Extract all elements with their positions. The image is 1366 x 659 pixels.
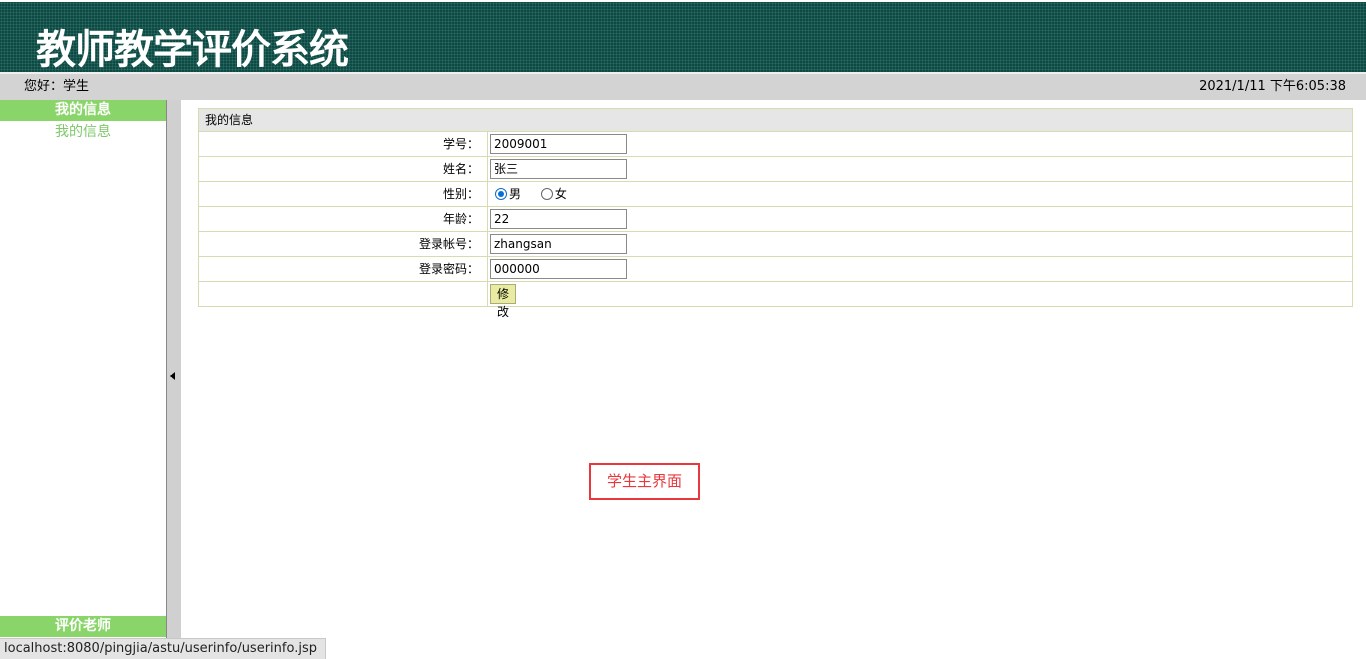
datetime-text: 2021/1/11 下午6:05:38 <box>1199 79 1346 94</box>
link-status-url: localhost:8080/pingjia/astu/userinfo/use… <box>0 638 326 659</box>
gender-male-label[interactable]: 男 <box>509 187 521 201</box>
student-id-input[interactable]: 2009001 <box>490 134 627 154</box>
form-row-login-password: 登录密码： 000000 <box>199 257 1352 282</box>
menu-header-my-info[interactable]: 我的信息 <box>0 100 166 121</box>
form-row-age: 年龄： 22 <box>199 207 1352 232</box>
status-bar: 您好：学生 2021/1/11 下午6:05:38 <box>0 72 1366 100</box>
menu-header-evaluate-teacher[interactable]: 评价老师 <box>0 616 166 637</box>
sidebar-item-my-info[interactable]: 我的信息 <box>0 121 166 143</box>
form-row-student-id: 学号： 2009001 <box>199 132 1352 157</box>
form-row-name: 姓名： 张三 <box>199 157 1352 182</box>
gender-radio-group: 男 女 <box>495 182 583 206</box>
gender-male-radio[interactable] <box>495 188 507 200</box>
collapse-arrow-icon[interactable] <box>170 372 175 380</box>
gender-female-label[interactable]: 女 <box>555 187 567 201</box>
sidebar: 我的信息 我的信息 评价老师 <box>0 100 166 658</box>
login-account-input[interactable]: zhangsan <box>490 234 627 254</box>
annotation-label: 学生主界面 <box>589 463 700 500</box>
login-password-input[interactable]: 000000 <box>490 259 627 279</box>
age-input[interactable]: 22 <box>490 209 627 229</box>
user-info-panel: 我的信息 学号： 2009001 姓名： 张三 性别： 男 女 年龄： 22 登… <box>198 108 1353 319</box>
field-label: 年龄： <box>199 207 488 231</box>
name-input[interactable]: 张三 <box>490 159 627 179</box>
empty-label-cell <box>199 282 488 306</box>
gender-female-radio[interactable] <box>540 188 553 200</box>
field-label: 性别： <box>199 182 488 206</box>
form-row-gender: 性别： 男 女 <box>199 182 1352 207</box>
field-label: 姓名： <box>199 157 488 181</box>
app-header: 教师教学评价系统 <box>0 0 1366 73</box>
sidebar-splitter[interactable] <box>166 100 181 658</box>
app-title: 教师教学评价系统 <box>36 27 349 73</box>
panel-title: 我的信息 <box>199 109 1352 132</box>
form-row-actions: 修改 <box>199 282 1352 319</box>
field-label: 登录帐号： <box>199 232 488 256</box>
field-label: 学号： <box>199 132 488 156</box>
field-label: 登录密码： <box>199 257 488 281</box>
modify-button[interactable]: 修改 <box>490 284 517 319</box>
form-row-login-account: 登录帐号： zhangsan <box>199 232 1352 257</box>
greeting-text: 您好：学生 <box>24 79 90 94</box>
